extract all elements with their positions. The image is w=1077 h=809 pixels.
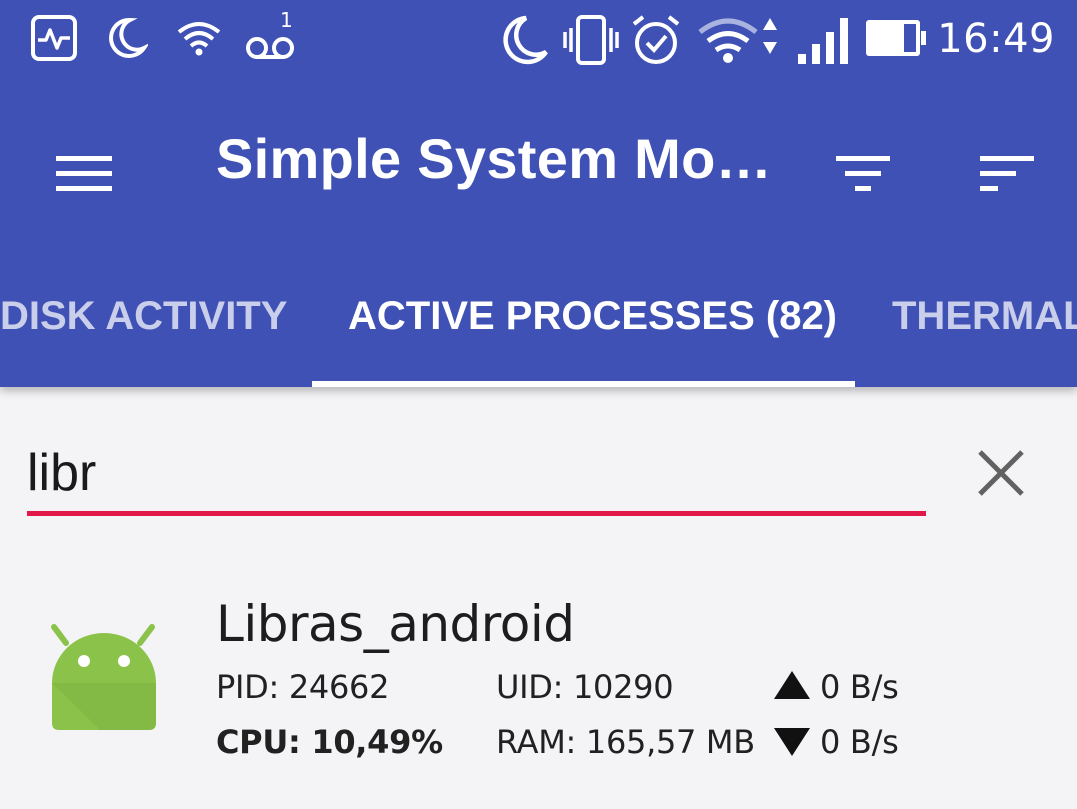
navigation-menu-button[interactable] (40, 120, 128, 200)
process-cpu: CPU: 10,49% (216, 723, 443, 761)
arrow-up-icon (774, 671, 810, 699)
do-not-disturb-icon (503, 15, 548, 65)
process-pid: PID: 24662 (216, 668, 390, 706)
list-item[interactable]: Libras_android PID: 24662 CPU: 10,49% UI… (0, 575, 1077, 775)
sort-button[interactable] (962, 120, 1052, 200)
upload-rate-value: 0 B/s (820, 668, 899, 706)
android-icon (51, 624, 156, 730)
page-title: Simple System Mo… (216, 127, 772, 190)
signal-icon (798, 18, 848, 64)
sort-icon (980, 156, 1034, 191)
wifi-icon (177, 22, 221, 56)
battery-icon (866, 20, 926, 56)
upload-rate: 0 B/s (774, 668, 899, 706)
tab-thermal[interactable]: THERMAL (892, 294, 1077, 339)
voicemail-icon: 1 (244, 8, 296, 62)
arrow-down-icon (774, 728, 810, 756)
moon-icon (109, 17, 148, 58)
activity-monitor-icon (31, 15, 77, 61)
alarm-icon (632, 15, 680, 64)
close-icon (978, 450, 1024, 496)
tab-bar: DISK ACTIVITY ACTIVE PROCESSES (82) THER… (0, 270, 1077, 387)
download-rate-value: 0 B/s (820, 723, 899, 761)
app-bar: 1 16:49 Simple System Mo… DISK ACTIVITY … (0, 0, 1077, 387)
process-uid: UID: 10290 (496, 668, 674, 706)
hamburger-menu-icon (56, 156, 112, 191)
tab-active-processes[interactable]: ACTIVE PROCESSES (82) (348, 294, 837, 339)
vibrate-icon (563, 15, 619, 65)
download-rate: 0 B/s (774, 723, 899, 761)
process-ram: RAM: 165,57 MB (496, 723, 755, 761)
tab-indicator (312, 381, 855, 387)
clock: 16:49 (937, 16, 1055, 62)
search-input[interactable] (27, 438, 925, 508)
voicemail-count: 1 (280, 8, 293, 32)
wifi-data-icon (698, 18, 777, 63)
process-name: Libras_android (216, 595, 575, 653)
filter-button[interactable] (818, 120, 908, 200)
clear-search-button[interactable] (968, 440, 1034, 506)
tab-disk-activity[interactable]: DISK ACTIVITY (0, 294, 287, 339)
toolbar: Simple System Mo… (0, 100, 1077, 220)
search-underline (27, 511, 926, 516)
filter-icon (836, 156, 890, 191)
status-bar: 1 16:49 (0, 0, 1077, 80)
